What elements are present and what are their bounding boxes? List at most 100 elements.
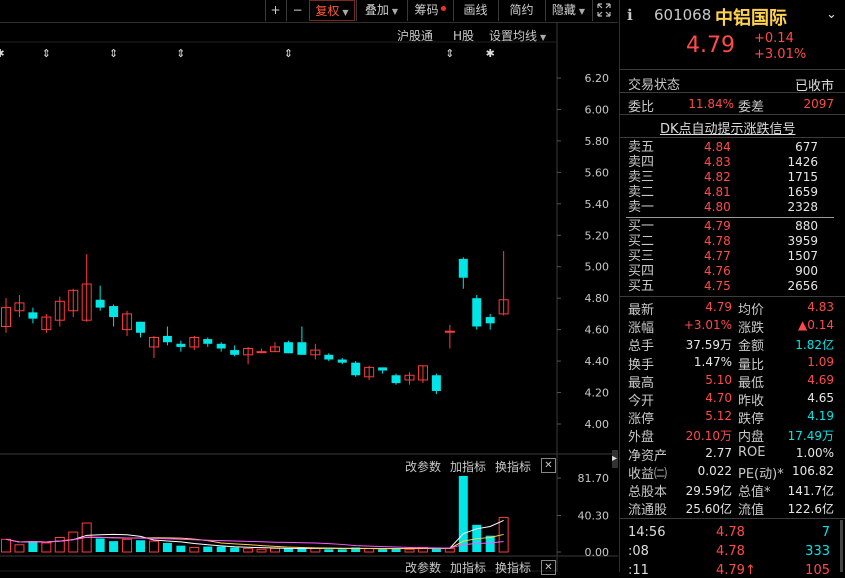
ask-row[interactable]: 卖三 4.82 1715 bbox=[628, 170, 818, 185]
bid-price: 4.76 bbox=[704, 264, 731, 278]
volume-bar bbox=[283, 548, 293, 552]
candle-body bbox=[28, 312, 38, 319]
y-tick-label: 6.20 bbox=[585, 72, 610, 85]
stat-label: 均价 bbox=[738, 303, 765, 318]
volume-bar bbox=[176, 545, 186, 552]
bid-price: 4.79 bbox=[704, 219, 731, 233]
stat-value: 4.19 bbox=[807, 409, 834, 424]
candle-body bbox=[162, 335, 172, 343]
event-marker-icon: ⇕ bbox=[445, 47, 454, 60]
candle-body bbox=[109, 306, 119, 318]
vol-add-indicator-link[interactable]: 加指标 bbox=[450, 458, 486, 475]
draw-line-button[interactable]: 画线 bbox=[453, 0, 497, 21]
ask-row[interactable]: 卖一 4.80 2328 bbox=[628, 200, 818, 215]
stat-value: 1.00% bbox=[795, 445, 834, 460]
collapse-panel-icon[interactable]: ▸ bbox=[612, 450, 618, 468]
candle-body bbox=[230, 350, 240, 355]
ask-volume: 1715 bbox=[787, 170, 818, 184]
ask-row[interactable]: 卖四 4.83 1426 bbox=[628, 155, 818, 170]
ask-price: 4.80 bbox=[704, 200, 731, 214]
stat-value: 29.59亿 bbox=[685, 484, 732, 498]
volume-ma-line bbox=[5, 520, 504, 550]
trade-status-label: 交易状态 bbox=[628, 78, 681, 93]
volume-bar bbox=[136, 540, 145, 552]
ind-add-indicator-link[interactable]: 加指标 bbox=[450, 559, 486, 576]
bid-volume: 2656 bbox=[787, 279, 818, 293]
candle-body bbox=[444, 330, 455, 333]
volume-bar bbox=[122, 538, 133, 553]
candle-body bbox=[378, 367, 388, 371]
tick-volume: 105 bbox=[805, 563, 830, 578]
bid-price: 4.75 bbox=[704, 279, 731, 293]
ask-volume: 2328 bbox=[787, 200, 818, 214]
stat-label: ROE bbox=[738, 444, 766, 460]
tick-scrollbar[interactable] bbox=[840, 520, 843, 572]
event-marker-icon: ⇕ bbox=[284, 47, 293, 60]
stat-value: 4.70 bbox=[705, 391, 732, 405]
bid-row[interactable]: 买二 4.78 3959 bbox=[628, 234, 818, 249]
ask-row[interactable]: 卖二 4.81 1659 bbox=[628, 185, 818, 200]
candle-body bbox=[176, 343, 186, 347]
stat-label: 最低 bbox=[738, 375, 765, 391]
hide-button[interactable]: 隐藏 ▼ bbox=[545, 0, 591, 21]
kline-chart-area[interactable]: 沪股通 H股 设置均线 ▼ 6.20 6.00 5.80 5.60 5.40 5.20 5.0… bbox=[0, 22, 618, 575]
stat-value: 1.47% bbox=[693, 354, 732, 369]
chips-button[interactable]: 筹码 bbox=[407, 0, 452, 21]
y-tick-label: 4.40 bbox=[585, 355, 610, 368]
info-icon[interactable]: ℹ bbox=[627, 6, 633, 24]
overlay-button[interactable]: 叠加 ▼ bbox=[356, 0, 406, 21]
volume-bar bbox=[41, 542, 52, 553]
ind-change-indicator-link[interactable]: 换指标 bbox=[495, 559, 531, 576]
stat-value: 4.79 bbox=[705, 300, 732, 314]
close-icon[interactable]: ✕ bbox=[541, 458, 556, 473]
stat-label: 涨停 bbox=[628, 412, 655, 428]
bid-row[interactable]: 买四 4.76 900 bbox=[628, 264, 818, 279]
y-tick-label: 4.00 bbox=[585, 418, 610, 431]
y-tick-label: 4.60 bbox=[585, 324, 610, 337]
zoom-in-button[interactable]: + bbox=[265, 0, 285, 21]
stat-label: 最新 bbox=[628, 303, 655, 318]
tick-volume: 7 bbox=[821, 525, 830, 540]
volume-bar bbox=[54, 537, 65, 553]
tick-price: 4.78 bbox=[716, 544, 745, 559]
stat-value: 17.49万 bbox=[787, 429, 834, 444]
ask-row[interactable]: 卖五 4.84 677 bbox=[628, 140, 818, 155]
expand-arrows-svg bbox=[596, 3, 611, 17]
ask-volume: 677 bbox=[795, 140, 818, 154]
candle-body bbox=[203, 339, 213, 344]
zoom-out-button[interactable]: − bbox=[286, 0, 308, 21]
volume-bar bbox=[230, 547, 240, 552]
volume-bar bbox=[14, 544, 25, 553]
ask-label: 卖三 bbox=[628, 170, 655, 185]
tick-time: :11 bbox=[628, 563, 649, 578]
fuquan-label: 复权 bbox=[315, 4, 340, 18]
last-price: 4.79 bbox=[686, 33, 735, 58]
y-tick-label: 5.80 bbox=[585, 135, 610, 148]
fuquan-button[interactable]: 复权 ▼ bbox=[309, 0, 355, 21]
candle-body bbox=[391, 375, 401, 384]
expand-arrows-icon[interactable] bbox=[592, 0, 614, 21]
simple-mode-button[interactable]: 简约 bbox=[498, 0, 544, 21]
weicha-label: 委差 bbox=[738, 100, 765, 115]
chevron-down-icon[interactable]: ⌄ bbox=[826, 7, 837, 22]
event-marker-icon: ⇕ bbox=[109, 47, 118, 60]
close-icon[interactable]: ✕ bbox=[541, 560, 556, 575]
bid-row[interactable]: 买三 4.77 1507 bbox=[628, 249, 818, 264]
stat-value: 0.022 bbox=[697, 463, 732, 478]
stock-code: 601068 bbox=[654, 6, 712, 24]
bid-volume: 3959 bbox=[787, 234, 818, 248]
stat-label: 净资产 bbox=[628, 448, 668, 464]
bid-row[interactable]: 买五 4.75 2656 bbox=[628, 279, 818, 294]
y-tick-label: 4.20 bbox=[585, 387, 610, 400]
ind-modify-params-link[interactable]: 改参数 bbox=[405, 559, 441, 576]
volume-bar bbox=[404, 548, 415, 553]
volume-bar bbox=[324, 549, 334, 552]
dk-signal-link[interactable]: DK点自动提示涨跌信号 bbox=[660, 118, 796, 137]
volume-ma-line bbox=[5, 536, 504, 549]
stat-label: 金额 bbox=[738, 339, 765, 355]
vol-modify-params-link[interactable]: 改参数 bbox=[405, 458, 441, 475]
chevron-down-icon: ▼ bbox=[578, 7, 586, 16]
vol-change-indicator-link[interactable]: 换指标 bbox=[495, 458, 531, 475]
bid-row[interactable]: 买一 4.79 880 bbox=[628, 219, 818, 234]
ask-label: 卖五 bbox=[628, 140, 655, 155]
